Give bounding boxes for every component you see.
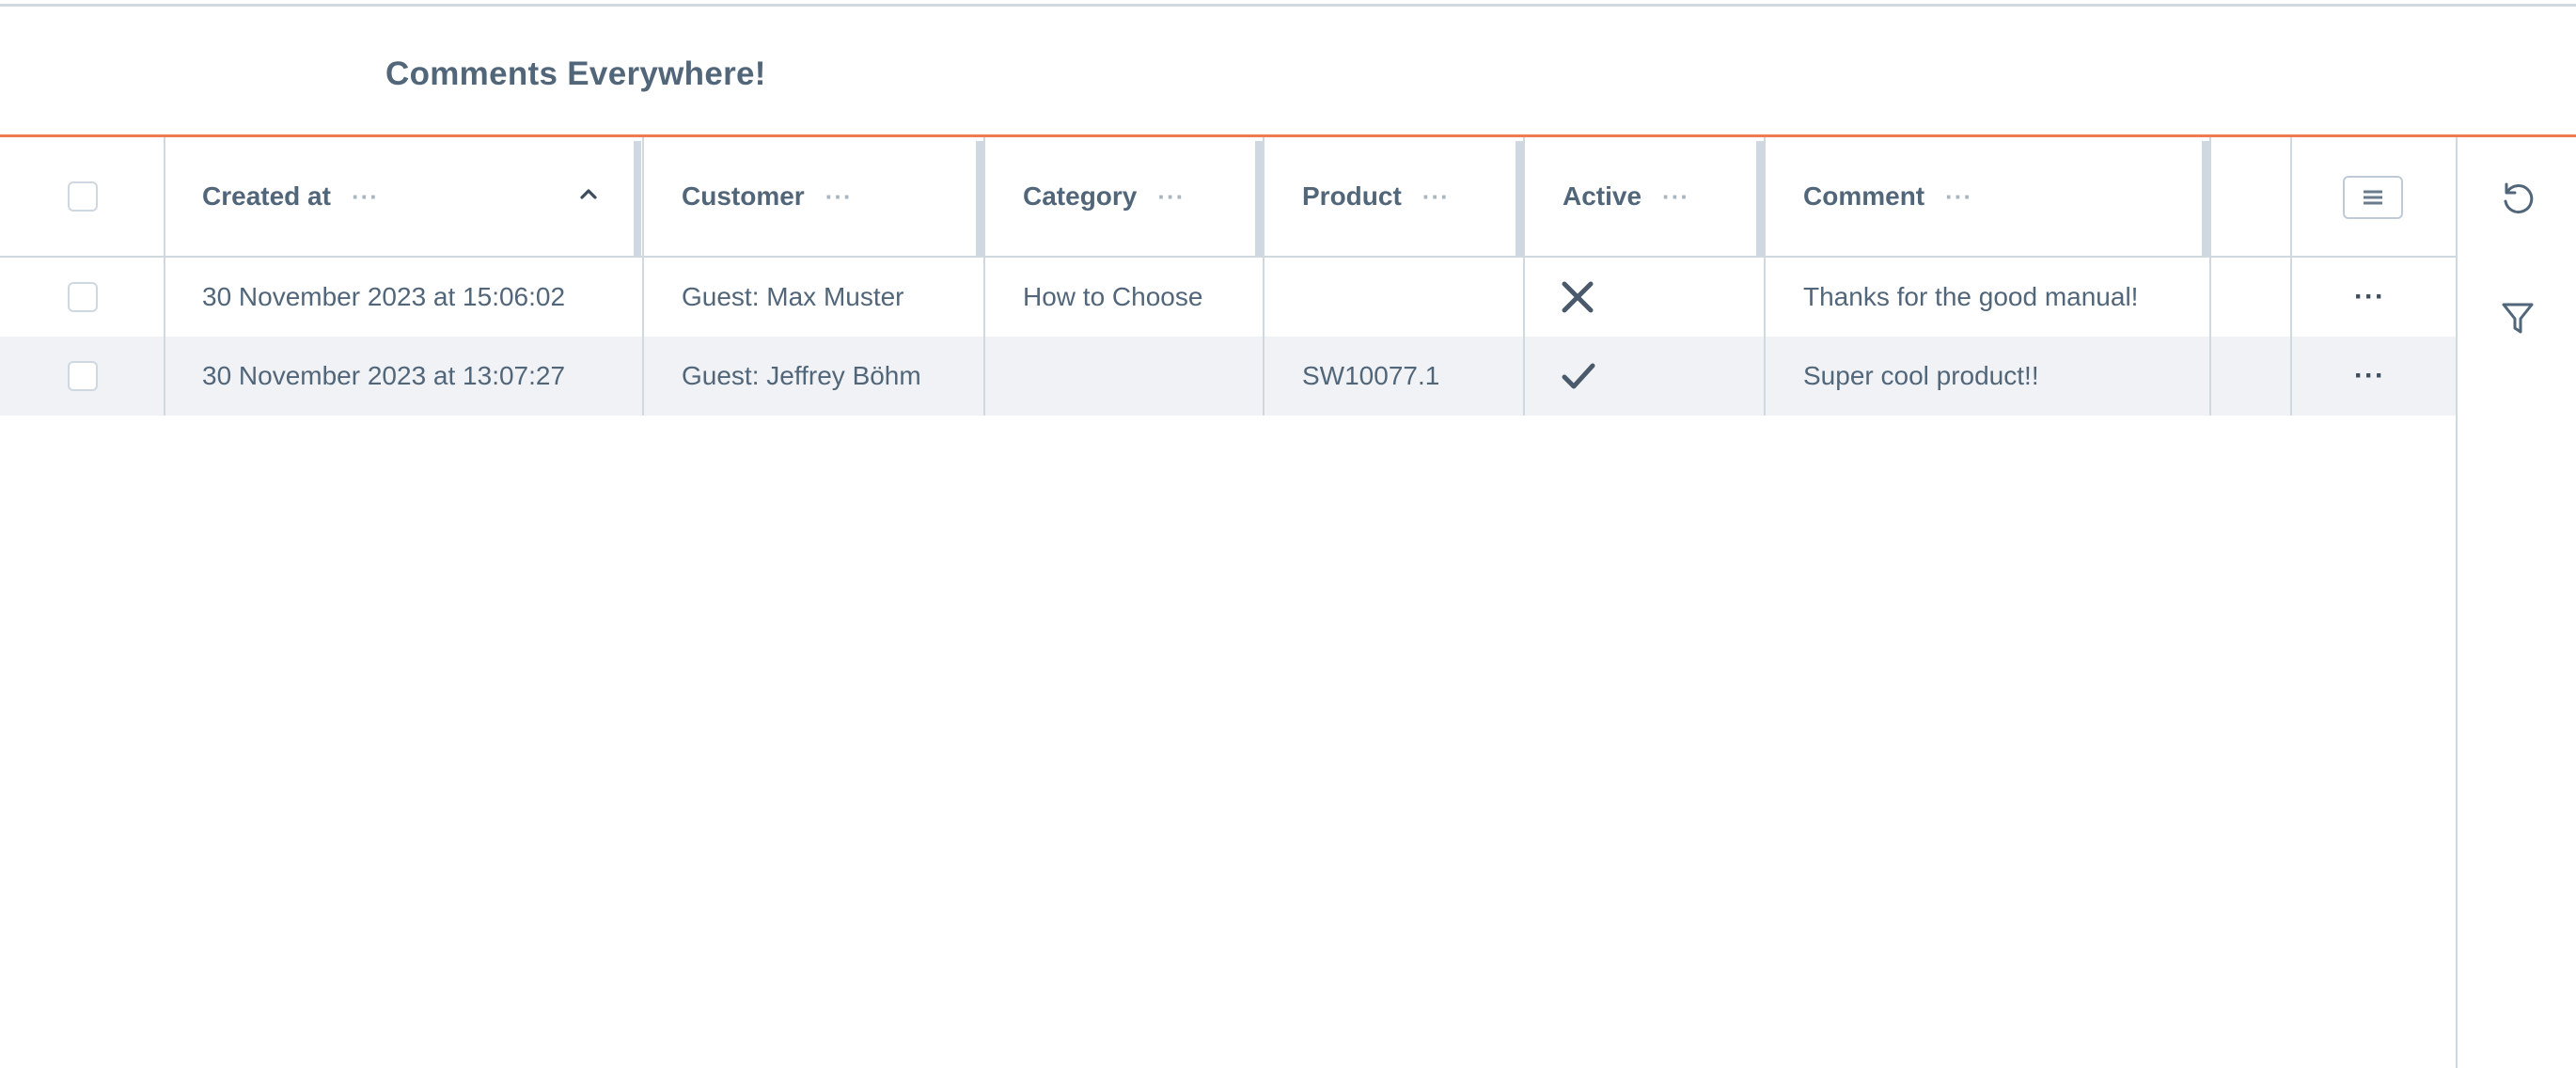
column-menu-icon[interactable]: ···	[1157, 182, 1185, 212]
column-resize-handle[interactable]	[1516, 141, 1523, 256]
sort-ascending-icon[interactable]	[577, 182, 600, 205]
cell-active	[1561, 258, 1594, 337]
header-product[interactable]: Product ···	[1302, 137, 1450, 256]
column-divider	[642, 137, 644, 416]
page-title: Comments Everywhere!	[385, 55, 766, 92]
header-label: Comment	[1803, 181, 1925, 211]
created-at-value: 30 November 2023 at 13:07:27	[202, 361, 566, 390]
customer-value: Guest: Max Muster	[682, 282, 904, 311]
header-comment[interactable]: Comment ···	[1803, 137, 1972, 256]
row-checkbox[interactable]	[68, 361, 98, 391]
column-menu-icon[interactable]: ···	[1422, 182, 1450, 212]
category-value: How to Choose	[1023, 282, 1203, 311]
column-divider	[1263, 137, 1264, 416]
data-grid: Created at ··· Customer ··· Category ···…	[0, 137, 2457, 419]
cell-customer: Guest: Jeffrey Böhm	[682, 337, 921, 416]
column-resize-handle[interactable]	[1255, 141, 1263, 256]
header-category[interactable]: Category ···	[1023, 137, 1185, 256]
checkmark-icon	[1562, 363, 1595, 389]
column-divider	[983, 137, 985, 416]
created-at-value: 30 November 2023 at 15:06:02	[202, 282, 566, 311]
cell-comment: Thanks for the good manual!	[1803, 258, 2138, 337]
column-divider	[1523, 137, 1525, 416]
cell-product: SW10077.1	[1302, 337, 1439, 416]
header-customer[interactable]: Customer ···	[682, 137, 853, 256]
select-all-checkbox[interactable]	[68, 181, 98, 212]
cell-active	[1561, 337, 1596, 416]
column-menu-icon[interactable]: ···	[825, 182, 853, 212]
cell-category: How to Choose	[1023, 258, 1202, 337]
row-actions-menu[interactable]: ···	[2354, 258, 2385, 337]
comment-value: Thanks for the good manual!	[1803, 282, 2139, 311]
column-resize-handle[interactable]	[634, 141, 641, 256]
header-label: Active	[1563, 181, 1642, 211]
row-checkbox[interactable]	[68, 282, 98, 312]
table-row[interactable]: 30 November 2023 at 13:07:27 Guest: Jeff…	[0, 337, 2457, 416]
x-icon	[1562, 281, 1594, 313]
row-select-cell	[68, 258, 98, 337]
customer-value: Guest: Jeffrey Böhm	[682, 361, 921, 390]
refresh-icon	[2504, 182, 2534, 214]
column-resize-handle[interactable]	[2202, 141, 2209, 256]
header-label: Product	[1302, 181, 1402, 211]
list-icon	[2364, 190, 2382, 205]
header-active[interactable]: Active ···	[1563, 137, 1689, 256]
cell-created-at: 30 November 2023 at 13:07:27	[202, 337, 565, 416]
refresh-button[interactable]	[2491, 173, 2544, 226]
grid-header-row: Created at ··· Customer ··· Category ···…	[0, 137, 2457, 258]
row-actions-menu[interactable]: ···	[2354, 337, 2385, 416]
column-divider	[1764, 137, 1766, 416]
cell-customer: Guest: Max Muster	[682, 258, 904, 337]
column-resize-handle[interactable]	[976, 141, 983, 256]
cell-comment: Super cool product!!	[1803, 337, 2039, 416]
column-divider	[2290, 137, 2292, 416]
table-row[interactable]: 30 November 2023 at 15:06:02 Guest: Max …	[0, 258, 2457, 337]
select-all-cell	[68, 137, 98, 256]
column-settings-button[interactable]	[2343, 176, 2403, 219]
column-menu-icon[interactable]: ···	[1662, 182, 1689, 212]
column-menu-icon[interactable]: ···	[352, 182, 379, 212]
column-divider	[164, 137, 165, 416]
filter-button[interactable]	[2491, 291, 2544, 344]
header-label: Category	[1023, 181, 1138, 211]
row-select-cell	[68, 337, 98, 416]
header-created-at[interactable]: Created at ···	[202, 137, 379, 256]
filter-icon	[2502, 303, 2534, 334]
column-menu-icon[interactable]: ···	[1945, 182, 1972, 212]
header-label: Created at	[202, 181, 331, 211]
column-divider	[2209, 137, 2211, 416]
grid-sidebar	[2456, 137, 2576, 1068]
column-resize-handle[interactable]	[1756, 141, 1764, 256]
header-label: Customer	[682, 181, 805, 211]
comment-value: Super cool product!!	[1803, 361, 2039, 390]
page-header: Comments Everywhere!	[0, 7, 2576, 135]
cell-created-at: 30 November 2023 at 15:06:02	[202, 258, 565, 337]
product-value: SW10077.1	[1302, 361, 1440, 390]
